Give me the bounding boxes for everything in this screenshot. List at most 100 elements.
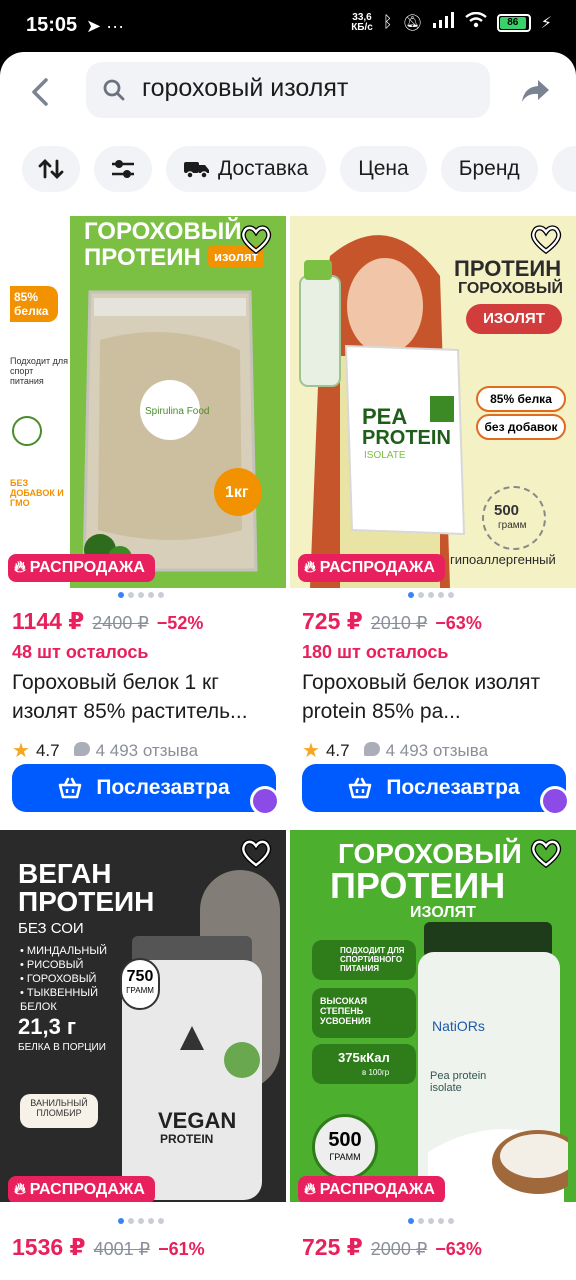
discount: −63% (435, 1239, 482, 1259)
filter-price-label: Цена (358, 157, 409, 180)
jar-text-1: VEGAN (158, 1108, 237, 1133)
sale-badge: 🔥︎ РАСПРОДАЖА (298, 554, 445, 582)
app-screen: Доставка Цена Бренд ГОРОХОВЫЙ ПРОТЕИН из… (0, 52, 576, 1280)
wifi-icon (465, 11, 487, 33)
filter-more[interactable] (551, 146, 576, 192)
sale-badge-label: РАСПРОДАЖА (29, 1181, 145, 1198)
comment-icon (363, 741, 380, 756)
sale-badge-label: РАСПРОДАЖА (319, 1181, 435, 1198)
image-list-item: БЕЛОК (20, 1001, 57, 1013)
sale-badge: 🔥︎ РАСПРОДАЖА (8, 554, 155, 582)
rating-value: 4.7 (325, 740, 350, 760)
image-weight-unit: ГРАММ (329, 1152, 361, 1162)
rating-row: ★ 4.7 4 493 отзыва (302, 738, 488, 763)
status-bar: 15:05 ➤ ··· 33,6 КБ/с ᛒ 🔕︎ 86 ⚡ (0, 0, 576, 52)
fire-icon: 🔥︎ (14, 559, 26, 576)
favorite-heart-icon[interactable] (240, 838, 272, 868)
favorite-heart-icon[interactable] (240, 224, 272, 254)
product-card[interactable]: ГОРОХОВЫЙ ПРОТЕИН изолят 85% белка Подхо… (0, 216, 286, 828)
clock: 15:05 (26, 14, 78, 36)
rating-value: 4.7 (35, 740, 60, 760)
reviews-count: 4 493 отзыва (385, 740, 489, 760)
image-hypo: гипоаллергенный (450, 552, 556, 567)
fire-icon: 🔥︎ (304, 559, 316, 576)
search-box[interactable] (86, 62, 490, 118)
basket-icon (59, 777, 82, 799)
discount: −52% (156, 613, 204, 633)
pack-text-2: PROTEIN (362, 427, 451, 449)
weight-seal: 500 ГРАММ (312, 1114, 378, 1180)
basket-icon (349, 777, 372, 799)
filters-button[interactable] (94, 146, 152, 192)
old-price: 2010 ₽ (370, 613, 428, 633)
image-feature-2: ВЫСОКАЯ СТЕПЕНЬ УСВОЕНИЯ (312, 988, 416, 1038)
product-image[interactable]: ВЕГАН ПРОТЕИН БЕЗ СОИ • МИНДАЛЬНЫЙ • РИС… (0, 830, 286, 1202)
share-icon[interactable] (518, 74, 552, 108)
product-title[interactable]: Гороховый белок изолят protein 85% ра... (302, 668, 568, 726)
star-icon: ★ (302, 740, 320, 762)
network-speed-value: 33,6 (352, 11, 372, 23)
filter-brand[interactable]: Бренд (440, 146, 538, 192)
image-list-item: • ГОРОХОВЫЙ (20, 973, 97, 985)
favorite-heart-icon[interactable] (530, 838, 562, 868)
chevron-left-icon (32, 78, 48, 106)
image-headline-2: ПРОТЕИН (84, 244, 201, 271)
filter-delivery[interactable]: Доставка (166, 146, 327, 192)
image-grams-note: БЕЛКА В ПОРЦИИ (18, 1042, 106, 1053)
image-headline-2: ПРОТЕИН (330, 865, 506, 906)
product-image[interactable]: ПРОТЕИН ГОРОХОВЫЙ ИЗОЛЯТ 85% белка без д… (290, 216, 576, 588)
signal-icon (432, 12, 455, 33)
image-free: БЕЗ ДОБАВОК И ГМО (10, 478, 64, 508)
jar-text-2: PROTEIN (160, 1132, 214, 1146)
battery-icon: 86 (496, 13, 531, 32)
image-pager (118, 1218, 164, 1224)
image-sub: БЕЗ СОИ (18, 920, 84, 937)
image-grams: 21,3 г (18, 1014, 77, 1039)
add-to-cart-button[interactable]: Послезавтра (302, 764, 566, 812)
image-weight: 750 (126, 968, 154, 985)
network-speed-unit: КБ/с (351, 21, 373, 33)
add-to-cart-button[interactable]: Послезавтра (12, 764, 276, 812)
image-tag: ИЗОЛЯТ (466, 304, 562, 334)
back-button[interactable] (22, 72, 62, 112)
favorite-heart-icon[interactable] (530, 224, 562, 254)
image-weight: 500 (328, 1129, 362, 1151)
product-card[interactable]: ГОРОХОВЫЙ ПРОТЕИН ИЗОЛЯТ ПОДХОДИТ ДЛЯ СП… (290, 830, 576, 1280)
product-card[interactable]: ВЕГАН ПРОТЕИН БЕЗ СОИ • МИНДАЛЬНЫЙ • РИС… (0, 830, 286, 1280)
fire-icon: 🔥︎ (304, 1181, 316, 1198)
price: 725 ₽ (302, 608, 363, 634)
image-headline-1: ПРОТЕИН (454, 256, 562, 281)
notification-icons: ➤ ··· (86, 16, 125, 36)
price-row: 725 ₽ 2010 ₽ −63% (302, 608, 482, 635)
image-protein-badge: 85% белка (476, 386, 566, 412)
search-input[interactable] (142, 74, 482, 103)
image-tag: ИЗОЛЯТ (410, 904, 476, 921)
product-title[interactable]: Гороховый белок 1 кг изолят 85% растител… (12, 668, 278, 726)
discount: −61% (158, 1239, 205, 1259)
premium-badge-icon (250, 786, 280, 816)
image-headline-2: ГОРОХОВЫЙ (458, 280, 564, 297)
image-feature-3-note: в 100гр (362, 1068, 390, 1077)
old-price: 2000 ₽ (370, 1239, 428, 1259)
add-to-cart-label: Послезавтра (386, 776, 520, 799)
image-weight-unit: грамм (498, 520, 527, 531)
fire-icon: 🔥︎ (14, 1181, 26, 1198)
search-header (0, 62, 576, 122)
sliders-icon (112, 160, 134, 178)
add-to-cart-label: Послезавтра (96, 776, 230, 799)
bluetooth-icon: ᛒ (382, 13, 393, 31)
product-card[interactable]: ПРОТЕИН ГОРОХОВЫЙ ИЗОЛЯТ 85% белка без д… (290, 216, 576, 828)
leaf-badge-icon (12, 416, 42, 446)
filter-bar: Доставка Цена Бренд (22, 146, 576, 194)
image-feature-3: 375кКал (338, 1050, 390, 1065)
product-image[interactable]: ГОРОХОВЫЙ ПРОТЕИН ИЗОЛЯТ ПОДХОДИТ ДЛЯ СП… (290, 830, 576, 1202)
image-pager (118, 592, 164, 598)
sort-icon (38, 159, 64, 179)
sale-badge: 🔥︎ РАСПРОДАЖА (298, 1176, 445, 1202)
sort-button[interactable] (22, 146, 80, 192)
filter-price[interactable]: Цена (340, 146, 427, 192)
product-image[interactable]: ГОРОХОВЫЙ ПРОТЕИН изолят 85% белка Подхо… (0, 216, 286, 588)
image-free: без добавок (476, 414, 566, 440)
charging-icon: ⚡ (540, 14, 552, 32)
comment-icon (73, 741, 90, 756)
